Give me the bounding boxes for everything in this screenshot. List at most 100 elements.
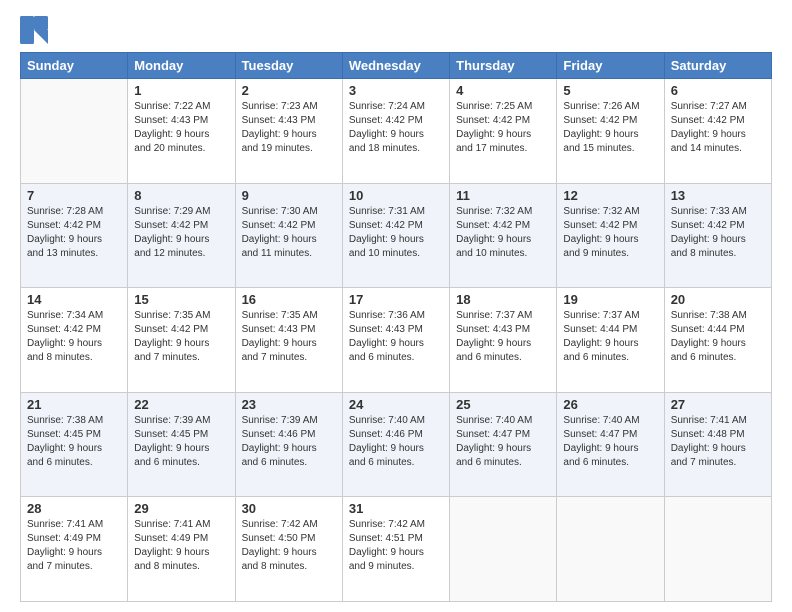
sunset-text: Sunset: 4:42 PM: [671, 114, 765, 128]
cell-content: Sunrise: 7:36 AMSunset: 4:43 PMDaylight:…: [349, 309, 443, 365]
day-number: 24: [349, 397, 443, 412]
daylight-text: Daylight: 9 hours and 18 minutes.: [349, 128, 443, 156]
cell-content: Sunrise: 7:42 AMSunset: 4:51 PMDaylight:…: [349, 518, 443, 574]
calendar-cell: 26Sunrise: 7:40 AMSunset: 4:47 PMDayligh…: [557, 392, 664, 497]
calendar-cell: 20Sunrise: 7:38 AMSunset: 4:44 PMDayligh…: [664, 288, 771, 393]
sunset-text: Sunset: 4:50 PM: [242, 532, 336, 546]
calendar-week-row: 28Sunrise: 7:41 AMSunset: 4:49 PMDayligh…: [21, 497, 772, 602]
calendar-cell: 14 Sunrise: 7:34 AMSunset: 4:42 PMDayligh…: [21, 288, 128, 393]
cell-content: Sunrise: 7:40 AMSunset: 4:47 PMDaylight:…: [456, 414, 550, 470]
calendar-cell: 25 Sunrise: 7:40 AMSunset: 4:47 PMDayligh…: [450, 392, 557, 497]
calendar-cell: 19Sunrise: 7:37 AMSunset: 4:44 PMDayligh…: [557, 288, 664, 393]
day-number: 19: [563, 292, 657, 307]
sunrise-text: Sunrise: 7:40 AM: [349, 414, 443, 428]
daylight-text: Daylight: 9 hours and 6 minutes.: [456, 442, 550, 470]
cell-content: Sunrise: 7:38 AMSunset: 4:45 PMDaylight:…: [27, 414, 121, 470]
sunset-text: Sunset: 4:51 PM: [349, 532, 443, 546]
daylight-text: Daylight: 9 hours and 17 minutes.: [456, 128, 550, 156]
daylight-text: Daylight: 9 hours and 6 minutes.: [563, 337, 657, 365]
cell-content: Sunrise: 7:40 AMSunset: 4:47 PMDaylight:…: [563, 414, 657, 470]
calendar-week-row: 7Sunrise: 7:28 AMSunset: 4:42 PMDaylight…: [21, 183, 772, 288]
calendar-cell: 12Sunrise: 7:32 AMSunset: 4:42 PMDayligh…: [557, 183, 664, 288]
calendar-day-header: Sunday: [21, 53, 128, 79]
daylight-text: Daylight: 9 hours and 7 minutes.: [134, 337, 228, 365]
cell-content: Sunrise: 7:23 AMSunset: 4:43 PMDaylight:…: [242, 100, 336, 156]
calendar-cell: [664, 497, 771, 602]
calendar-cell: 3Sunrise: 7:24 AMSunset: 4:42 PMDaylight…: [342, 79, 449, 184]
cell-content: Sunrise: 7:40 AMSunset: 4:46 PMDaylight:…: [349, 414, 443, 470]
cell-content: Sunrise: 7:24 AMSunset: 4:42 PMDaylight:…: [349, 100, 443, 156]
day-number: 14: [27, 292, 121, 307]
sunrise-text: Sunrise: 7:39 AM: [242, 414, 336, 428]
cell-content: Sunrise: 7:25 AMSunset: 4:42 PMDaylight:…: [456, 100, 550, 156]
day-number: 8: [134, 188, 228, 203]
sunrise-text: Sunrise: 7:41 AM: [134, 518, 228, 532]
daylight-text: Daylight: 9 hours and 6 minutes.: [134, 442, 228, 470]
sunset-text: Sunset: 4:46 PM: [242, 428, 336, 442]
calendar-cell: 15Sunrise: 7:35 AMSunset: 4:42 PMDayligh…: [128, 288, 235, 393]
day-number: 16: [242, 292, 336, 307]
calendar-header-row: SundayMondayTuesdayWednesdayThursdayFrid…: [21, 53, 772, 79]
calendar-cell: 16 Sunrise: 7:35 AMSunset: 4:43 PMDayligh…: [235, 288, 342, 393]
daylight-text: Daylight: 9 hours and 8 minutes.: [671, 233, 765, 261]
calendar-cell: 28Sunrise: 7:41 AMSunset: 4:49 PMDayligh…: [21, 497, 128, 602]
sunset-text: Sunset: 4:42 PM: [563, 114, 657, 128]
sunrise-text: Sunrise: 7:31 AM: [349, 205, 443, 219]
sunset-text: Sunset: 4:43 PM: [349, 323, 443, 337]
day-number: 6: [671, 83, 765, 98]
cell-content: Sunrise: 7:27 AMSunset: 4:42 PMDaylight:…: [671, 100, 765, 156]
calendar-cell: 29Sunrise: 7:41 AMSunset: 4:49 PMDayligh…: [128, 497, 235, 602]
sunrise-text: Sunrise: 7:40 AM: [563, 414, 657, 428]
calendar-cell: 6 Sunrise: 7:27 AMSunset: 4:42 PMDaylight…: [664, 79, 771, 184]
cell-content: Sunrise: 7:34 AMSunset: 4:42 PMDaylight:…: [27, 309, 121, 365]
sunrise-text: Sunrise: 7:28 AM: [27, 205, 121, 219]
calendar-cell: 5Sunrise: 7:26 AMSunset: 4:42 PMDaylight…: [557, 79, 664, 184]
cell-content: Sunrise: 7:41 AMSunset: 4:49 PMDaylight:…: [27, 518, 121, 574]
sunrise-text: Sunrise: 7:24 AM: [349, 100, 443, 114]
daylight-text: Daylight: 9 hours and 9 minutes.: [349, 546, 443, 574]
calendar-cell: 9Sunrise: 7:30 AMSunset: 4:42 PMDaylight…: [235, 183, 342, 288]
sunset-text: Sunset: 4:42 PM: [27, 323, 121, 337]
cell-content: Sunrise: 7:39 AMSunset: 4:46 PMDaylight:…: [242, 414, 336, 470]
calendar-table: SundayMondayTuesdayWednesdayThursdayFrid…: [20, 52, 772, 602]
sunset-text: Sunset: 4:44 PM: [563, 323, 657, 337]
sunset-text: Sunset: 4:42 PM: [27, 219, 121, 233]
calendar-cell: 22Sunrise: 7:39 AMSunset: 4:45 PMDayligh…: [128, 392, 235, 497]
day-number: 23: [242, 397, 336, 412]
daylight-text: Daylight: 9 hours and 10 minutes.: [456, 233, 550, 261]
day-number: 4: [456, 83, 550, 98]
calendar-cell: 30Sunrise: 7:42 AMSunset: 4:50 PMDayligh…: [235, 497, 342, 602]
calendar-day-header: Tuesday: [235, 53, 342, 79]
sunset-text: Sunset: 4:45 PM: [134, 428, 228, 442]
daylight-text: Daylight: 9 hours and 8 minutes.: [27, 337, 121, 365]
sunset-text: Sunset: 4:47 PM: [563, 428, 657, 442]
calendar-cell: 18Sunrise: 7:37 AMSunset: 4:43 PMDayligh…: [450, 288, 557, 393]
day-number: 9: [242, 188, 336, 203]
sunset-text: Sunset: 4:43 PM: [242, 323, 336, 337]
calendar-cell: 23 Sunrise: 7:39 AMSunset: 4:46 PMDayligh…: [235, 392, 342, 497]
sunrise-text: Sunrise: 7:29 AM: [134, 205, 228, 219]
sunrise-text: Sunrise: 7:27 AM: [671, 100, 765, 114]
sunset-text: Sunset: 4:46 PM: [349, 428, 443, 442]
daylight-text: Daylight: 9 hours and 19 minutes.: [242, 128, 336, 156]
cell-content: Sunrise: 7:38 AMSunset: 4:44 PMDaylight:…: [671, 309, 765, 365]
day-number: 25: [456, 397, 550, 412]
daylight-text: Daylight: 9 hours and 7 minutes.: [27, 546, 121, 574]
sunrise-text: Sunrise: 7:41 AM: [671, 414, 765, 428]
sunrise-text: Sunrise: 7:38 AM: [27, 414, 121, 428]
sunset-text: Sunset: 4:42 PM: [671, 219, 765, 233]
cell-content: Sunrise: 7:35 AMSunset: 4:43 PMDaylight:…: [242, 309, 336, 365]
sunrise-text: Sunrise: 7:41 AM: [27, 518, 121, 532]
sunset-text: Sunset: 4:43 PM: [456, 323, 550, 337]
sunset-text: Sunset: 4:43 PM: [134, 114, 228, 128]
day-number: 2: [242, 83, 336, 98]
day-number: 11: [456, 188, 550, 203]
sunset-text: Sunset: 4:48 PM: [671, 428, 765, 442]
day-number: 7: [27, 188, 121, 203]
daylight-text: Daylight: 9 hours and 14 minutes.: [671, 128, 765, 156]
cell-content: Sunrise: 7:32 AMSunset: 4:42 PMDaylight:…: [563, 205, 657, 261]
sunrise-text: Sunrise: 7:25 AM: [456, 100, 550, 114]
calendar-cell: [557, 497, 664, 602]
calendar-week-row: 21Sunrise: 7:38 AMSunset: 4:45 PMDayligh…: [21, 392, 772, 497]
daylight-text: Daylight: 9 hours and 15 minutes.: [563, 128, 657, 156]
